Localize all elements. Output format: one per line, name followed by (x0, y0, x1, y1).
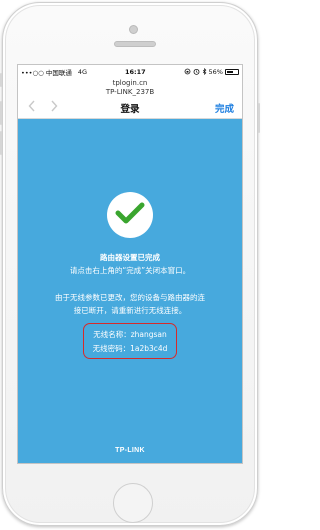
nav-bar: 登录 完成 (18, 97, 242, 119)
network-type: 4G (77, 68, 88, 76)
mute-switch (0, 73, 2, 87)
wifi-name-row: 无线名称：zhangsan (84, 329, 176, 340)
wifi-name-label: 无线名称： (93, 330, 131, 339)
url-text: tplogin.cn (112, 79, 148, 87)
page-title-text: TP-LINK_237B (105, 88, 155, 96)
volume-down-button (0, 131, 2, 155)
address-bar[interactable]: tplogin.cn TP-LINK_237B (18, 79, 242, 97)
notice-line-2: 接已断开，请重新进行无线连接。 (73, 306, 187, 315)
phone-screen: •••○○ 中国联通 4G 16:17 56% tplogin.cn TP-LI… (17, 64, 243, 464)
battery-percent: 56% (208, 68, 223, 76)
wifi-password-value: 1a2b3c4d (130, 344, 168, 353)
done-button[interactable]: 完成 (215, 101, 234, 115)
volume-up-button (0, 101, 2, 125)
status-time: 16:17 (124, 68, 146, 76)
carrier-signal: •••○○ 中国联通 (21, 69, 72, 77)
success-heading: 路由器设置已完成 (100, 253, 160, 262)
main-content: 路由器设置已完成 请点击右上角的“完成”关闭本窗口。 由于无线参数已更改，您的设… (18, 119, 242, 463)
alarm-icon (193, 68, 200, 77)
wifi-name-value: zhangsan (130, 330, 167, 339)
battery-icon (224, 69, 239, 75)
status-bar: •••○○ 中国联通 4G 16:17 56% (18, 65, 242, 79)
notice-line-1: 由于无线参数已更改，您的设备与路由器的连 (55, 293, 205, 302)
battery-level (226, 71, 233, 73)
power-button (258, 103, 260, 133)
close-instruction: 请点击右上角的“完成”关闭本窗口。 (69, 266, 191, 275)
success-badge (107, 192, 153, 238)
bluetooth-icon (202, 67, 207, 77)
page-title: 登录 (120, 104, 140, 115)
earpiece-speaker (114, 41, 156, 47)
wifi-credentials-box: 无线名称：zhangsan 无线密码：1a2b3c4d (83, 323, 177, 359)
lock-rotation-icon (184, 68, 191, 77)
wifi-password-row: 无线密码：1a2b3c4d (84, 343, 176, 354)
front-camera (129, 25, 138, 34)
home-button[interactable] (113, 483, 153, 523)
wifi-password-label: 无线密码： (92, 344, 131, 353)
tp-link-logo: TP-LINK (115, 447, 145, 454)
checkmark-icon (115, 201, 145, 229)
